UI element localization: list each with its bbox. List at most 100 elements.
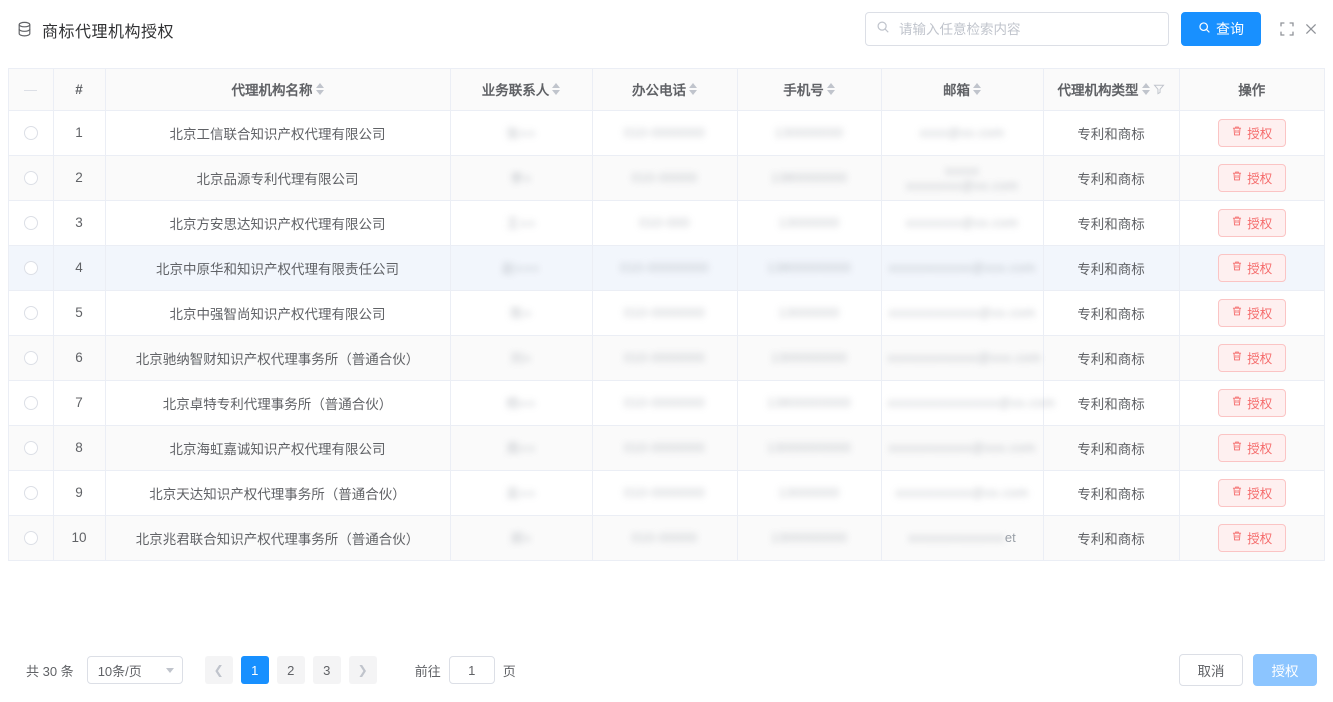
table-row[interactable]: 3 北京方安思达知识产权代理有限公司 王×× 010-000 13000000 xxxxx… [9, 200, 1324, 246]
cell-name: 北京天达知识产权代理事务所（普通合伙） [105, 470, 451, 516]
query-button[interactable]: 查询 [1181, 12, 1261, 46]
table-row[interactable]: 2 北京品源专利代理有限公司 李× 010-00000 1380000000 xxxxx … [9, 155, 1324, 201]
row-radio-button[interactable] [23, 441, 38, 456]
row-select-cell[interactable] [9, 380, 54, 426]
column-header-office[interactable]: 办公电话 [592, 69, 738, 111]
column-header-name[interactable]: 代理机构名称 [105, 69, 451, 111]
select-all-placeholder [24, 89, 38, 91]
cell-name: 北京驰纳智财知识产权代理事务所（普通合伙） [105, 335, 451, 381]
page-jump: 前往 页 [415, 656, 516, 684]
table-row[interactable]: 1 北京工信联合知识产权代理有限公司 张×× 010-0000000 130000000… [9, 110, 1324, 156]
agency-table-container: # 代理机构名称 业务联系人 办公电话 手机号 邮箱 代理机构类型 操作 1 北京工信联合知识产… [8, 68, 1325, 561]
row-authorize-button[interactable]: 授权 [1217, 163, 1286, 192]
cell-email: xxxxxxxxxxx@xx.com [881, 470, 1044, 516]
cell-contact: 张×× [450, 110, 593, 156]
cell-contact-redacted: 李× [510, 171, 532, 186]
cell-index: 10 [53, 515, 106, 560]
page-size-select[interactable]: 10条/页 [86, 656, 183, 684]
table-row[interactable]: 7 北京卓特专利代理事务所（普通合伙） 杨×× 010-0000000 13800000… [9, 380, 1324, 426]
row-select-cell[interactable] [9, 335, 54, 381]
column-header-email[interactable]: 邮箱 [881, 69, 1044, 111]
row-radio-button[interactable] [23, 306, 38, 321]
row-radio-button[interactable] [23, 531, 38, 546]
cell-mobile-redacted: 13000000 [778, 215, 840, 230]
filter-icon[interactable] [1152, 83, 1165, 95]
prev-page-button[interactable]: ❮ [204, 656, 233, 684]
footer-bar: 共 30 条 10条/页 ❮ 123 ❯ 前往 页 取消 授权 [0, 649, 1333, 691]
sort-icon[interactable] [689, 83, 697, 96]
cell-index: 9 [53, 470, 106, 516]
row-select-cell[interactable] [9, 245, 54, 291]
cell-name: 北京中原华和知识产权代理有限责任公司 [105, 245, 451, 291]
row-select-cell[interactable] [9, 425, 54, 471]
row-authorize-button[interactable]: 授权 [1217, 253, 1286, 282]
table-row[interactable]: 10 北京兆君联合知识产权代理事务所（普通合伙） 郑× 010-00000 130000… [9, 515, 1324, 560]
cell-contact-redacted: 王×× [506, 216, 536, 231]
sort-icon[interactable] [1141, 83, 1150, 96]
page-button-1[interactable]: 1 [240, 656, 269, 684]
row-authorize-button[interactable]: 授权 [1217, 433, 1286, 462]
sort-icon[interactable] [973, 83, 981, 96]
row-authorize-label: 授权 [1247, 442, 1273, 456]
page-button-3[interactable]: 3 [312, 656, 341, 684]
next-page-button[interactable]: ❯ [348, 656, 377, 684]
row-radio-button[interactable] [23, 351, 38, 366]
column-header-label-action: 操作 [1238, 83, 1266, 99]
row-select-cell[interactable] [9, 290, 54, 336]
trash-icon [1231, 350, 1243, 365]
sort-icon[interactable] [315, 83, 324, 96]
table-row[interactable]: 8 北京海虹嘉诚知识产权代理有限公司 周×× 010-0000000 130000000… [9, 425, 1324, 471]
cell-type: 专利和商标 [1043, 335, 1180, 381]
page-button-2[interactable]: 2 [276, 656, 305, 684]
footer-actions: 取消 授权 [1179, 654, 1317, 686]
table-row[interactable]: 6 北京驰纳智财知识产权代理事务所（普通合伙） 刘× 010-0000000 13000… [9, 335, 1324, 381]
authorize-button[interactable]: 授权 [1253, 654, 1317, 686]
row-radio-button[interactable] [23, 261, 38, 276]
search-input[interactable] [897, 20, 1158, 38]
cell-office-redacted: 010-0000000 [623, 440, 706, 455]
jump-page-input[interactable] [448, 656, 495, 684]
table-row[interactable]: 4 北京中原华和知识产权代理有限责任公司 赵××× 010-00000000 13800… [9, 245, 1324, 291]
cell-type: 专利和商标 [1043, 245, 1180, 291]
search-box[interactable] [865, 12, 1169, 46]
row-authorize-button[interactable]: 授权 [1217, 343, 1286, 372]
row-select-cell[interactable] [9, 515, 54, 560]
row-select-cell[interactable] [9, 200, 54, 246]
row-radio-button[interactable] [23, 486, 38, 501]
cell-contact-redacted: 陈× [510, 306, 532, 321]
window-controls [1279, 21, 1319, 37]
row-radio-button[interactable] [23, 396, 38, 411]
column-header-type[interactable]: 代理机构类型 [1043, 69, 1180, 111]
agency-table: # 代理机构名称 业务联系人 办公电话 手机号 邮箱 代理机构类型 操作 1 北京工信联合知识产… [9, 69, 1324, 560]
row-authorize-button[interactable]: 授权 [1217, 118, 1286, 147]
cell-mobile: 13000000000 [737, 425, 882, 471]
table-row[interactable]: 9 北京天达知识产权代理事务所（普通合伙） 吴×× 010-0000000 130000… [9, 470, 1324, 516]
row-authorize-button[interactable]: 授权 [1217, 523, 1286, 552]
row-select-cell[interactable] [9, 155, 54, 201]
column-header-mobile[interactable]: 手机号 [737, 69, 882, 111]
row-select-cell[interactable] [9, 110, 54, 156]
row-authorize-button[interactable]: 授权 [1217, 478, 1286, 507]
row-authorize-button[interactable]: 授权 [1217, 208, 1286, 237]
column-header-contact[interactable]: 业务联系人 [450, 69, 593, 111]
table-row[interactable]: 5 北京中强智尚知识产权代理有限公司 陈× 010-0000000 13000000 xx… [9, 290, 1324, 336]
row-radio-button[interactable] [23, 216, 38, 231]
sort-icon[interactable] [552, 83, 561, 96]
cancel-button[interactable]: 取消 [1179, 654, 1243, 686]
column-header-action: 操作 [1179, 69, 1324, 111]
cell-type: 专利和商标 [1043, 470, 1180, 516]
trash-icon [1231, 530, 1243, 545]
fullscreen-icon[interactable] [1279, 21, 1295, 37]
cell-email: xxxxxxxxxxxx@xxx.com [881, 245, 1044, 291]
row-radio-button[interactable] [23, 126, 38, 141]
sort-icon[interactable] [826, 83, 835, 96]
row-authorize-button[interactable]: 授权 [1217, 298, 1286, 327]
close-icon[interactable] [1303, 21, 1319, 37]
column-header-index: # [53, 69, 106, 111]
column-header-inner: 业务联系人 [482, 79, 561, 99]
row-select-cell[interactable] [9, 470, 54, 516]
cell-contact: 郑× [450, 515, 593, 560]
row-authorize-button[interactable]: 授权 [1217, 388, 1286, 417]
column-header-label-name: 代理机构名称 [231, 83, 313, 99]
row-radio-button[interactable] [23, 171, 38, 186]
